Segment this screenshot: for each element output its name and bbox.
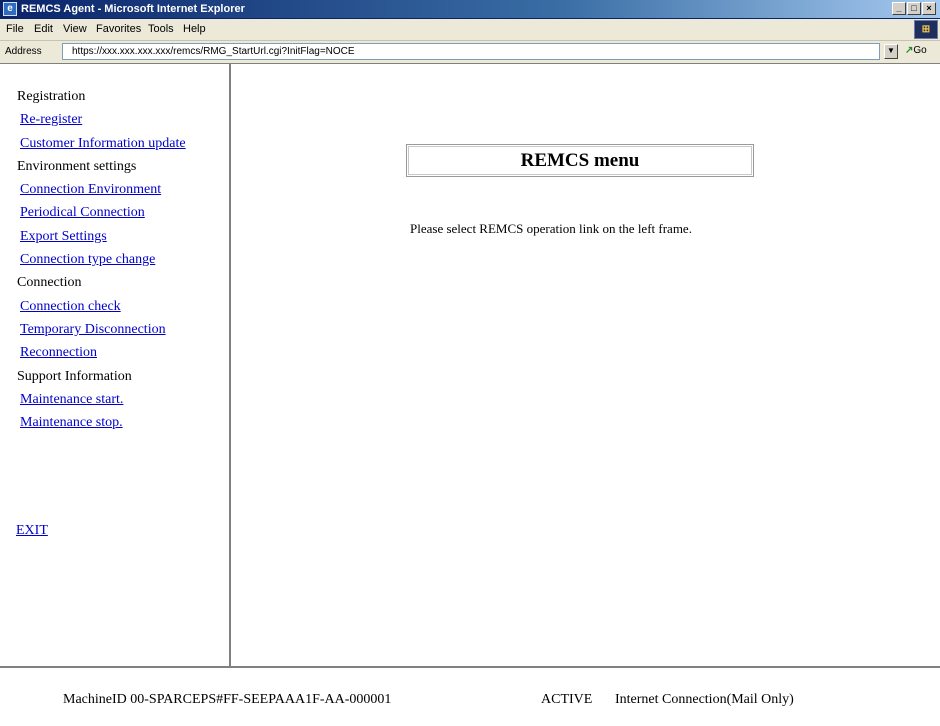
menu-title-box: REMCS menu <box>406 144 754 177</box>
nav-heading-environment-settings: Environment settings <box>17 158 137 174</box>
page-title: REMCS menu <box>408 146 752 175</box>
exit-link[interactable]: EXIT <box>16 523 48 539</box>
menu-view[interactable]: View <box>63 23 87 36</box>
window-title: REMCS Agent - Microsoft Internet Explore… <box>21 3 245 15</box>
connection-type-text: Internet Connection(Mail Only) <box>615 692 794 707</box>
nav-link-reconnection[interactable]: Reconnection <box>20 342 97 364</box>
address-bar: Address https://xxx.xxx.xxx.xxx/remcs/RM… <box>0 41 940 64</box>
menu-file[interactable]: File <box>6 23 24 36</box>
status-frame: MachineID 00-SPARCEPS#FF-SEEPAAA1F-AA-00… <box>0 666 940 726</box>
menu-bar: File Edit View Favorites Tools Help ⊞ <box>0 19 940 41</box>
close-button[interactable]: × <box>922 2 936 15</box>
windows-logo-icon: ⊞ <box>914 20 938 39</box>
nav-link-maintenance-start[interactable]: Maintenance start. <box>20 389 123 411</box>
minimize-button[interactable]: _ <box>892 2 906 15</box>
menu-edit[interactable]: Edit <box>34 23 53 36</box>
nav-link-temporary-disconnection[interactable]: Temporary Disconnection <box>20 319 166 341</box>
nav-link-export-settings[interactable]: Export Settings <box>20 226 107 248</box>
nav-menu: Registration Re-register Customer Inform… <box>17 86 186 435</box>
main-content-frame: REMCS menu Please select REMCS operation… <box>232 64 940 666</box>
instruction-text: Please select REMCS operation link on th… <box>410 221 692 236</box>
nav-link-connection-check[interactable]: Connection check <box>20 296 121 318</box>
menu-help[interactable]: Help <box>183 23 206 36</box>
nav-link-customer-information-update[interactable]: Customer Information update <box>20 133 186 155</box>
nav-link-maintenance-stop[interactable]: Maintenance stop. <box>20 412 123 434</box>
nav-link-connection-environment[interactable]: Connection Environment <box>20 179 161 201</box>
status-badge: ACTIVE <box>541 692 593 707</box>
go-label: Go <box>913 45 927 56</box>
ie-icon: e <box>3 2 17 16</box>
title-bar: e REMCS Agent - Microsoft Internet Explo… <box>0 0 940 19</box>
left-nav-frame: Registration Re-register Customer Inform… <box>0 64 231 666</box>
nav-heading-registration: Registration <box>17 89 86 104</box>
address-input[interactable]: https://xxx.xxx.xxx.xxx/remcs/RMG_StartU… <box>62 43 880 60</box>
nav-link-connection-type-change[interactable]: Connection type change <box>20 249 155 271</box>
nav-heading-support-information: Support Information <box>17 368 132 384</box>
menu-favorites[interactable]: Favorites <box>96 23 141 36</box>
menu-tools[interactable]: Tools <box>148 23 174 36</box>
machine-id-text: MachineID 00-SPARCEPS#FF-SEEPAAA1F-AA-00… <box>63 692 392 707</box>
go-button[interactable]: ↗Go <box>905 45 927 57</box>
nav-link-periodical-connection[interactable]: Periodical Connection <box>20 202 145 224</box>
nav-link-re-register[interactable]: Re-register <box>20 109 82 131</box>
nav-heading-connection: Connection <box>17 275 82 291</box>
address-url: https://xxx.xxx.xxx.xxx/remcs/RMG_StartU… <box>72 46 355 57</box>
address-dropdown-icon[interactable]: ▼ <box>884 44 898 59</box>
address-label: Address <box>5 46 42 57</box>
maximize-button[interactable]: □ <box>907 2 921 15</box>
